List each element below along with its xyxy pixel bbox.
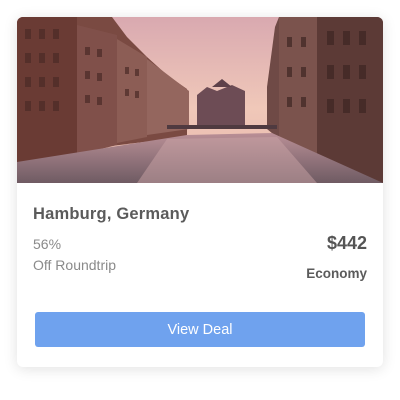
deal-card[interactable]: Hamburg, Germany 56% Off Roundtrip $442 … [17, 17, 383, 367]
fare-class: Economy [306, 266, 367, 281]
discount-note: Off Roundtrip [33, 257, 117, 273]
deal-price: $442 [326, 233, 367, 253]
destination-title: Hamburg, Germany [33, 205, 190, 223]
view-deal-label: View Deal [167, 321, 233, 338]
discount-percent: 56% [33, 236, 62, 252]
destination-photo [17, 17, 383, 183]
view-deal-button[interactable]: View Deal [35, 312, 365, 347]
